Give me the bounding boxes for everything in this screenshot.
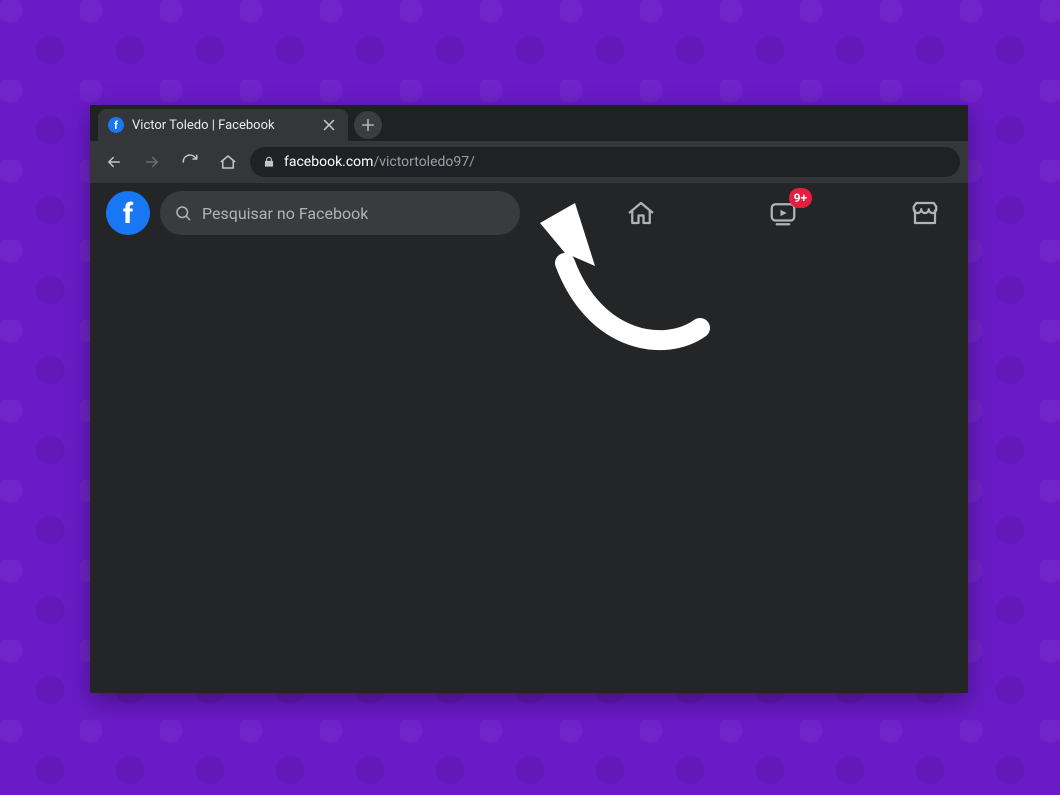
- lock-icon: [262, 155, 276, 169]
- search-icon: [174, 204, 192, 222]
- home-outline-icon: [219, 153, 237, 171]
- facebook-search[interactable]: Pesquisar no Facebook: [160, 191, 520, 235]
- url-text: facebook.com/victortoledo97/: [284, 154, 475, 170]
- reload-icon: [181, 153, 199, 171]
- url-path: /victortoledo97/: [373, 154, 474, 170]
- nav-marketplace[interactable]: [904, 192, 946, 234]
- browser-window: f Victor Toledo | Facebook: [90, 105, 968, 693]
- url-domain: facebook.com: [284, 154, 373, 170]
- home-icon: [626, 198, 656, 228]
- reload-button[interactable]: [174, 146, 206, 178]
- arrow-right-icon: [143, 153, 161, 171]
- search-placeholder: Pesquisar no Facebook: [202, 204, 368, 223]
- address-bar[interactable]: facebook.com/victortoledo97/: [250, 147, 960, 177]
- nav-home[interactable]: [620, 192, 662, 234]
- arrow-left-icon: [105, 153, 123, 171]
- tab-title: Victor Toledo | Facebook: [132, 118, 312, 133]
- plus-icon: [360, 117, 376, 133]
- browser-home-button[interactable]: [212, 146, 244, 178]
- page-content: f Pesquisar no Facebook: [90, 183, 968, 693]
- close-tab-button[interactable]: [320, 116, 338, 134]
- nav-watch[interactable]: 9+: [762, 192, 804, 234]
- new-tab-button[interactable]: [354, 111, 382, 139]
- watch-badge: 9+: [789, 188, 812, 208]
- forward-button[interactable]: [136, 146, 168, 178]
- facebook-logo[interactable]: f: [106, 191, 150, 235]
- facebook-favicon-icon: f: [108, 117, 124, 133]
- tab-strip: f Victor Toledo | Facebook: [90, 105, 968, 141]
- close-icon: [320, 116, 338, 134]
- facebook-top-nav: 9+: [530, 192, 952, 234]
- marketplace-icon: [910, 198, 940, 228]
- facebook-header: f Pesquisar no Facebook: [90, 183, 968, 243]
- browser-toolbar: facebook.com/victortoledo97/: [90, 141, 968, 183]
- browser-tab[interactable]: f Victor Toledo | Facebook: [98, 109, 348, 141]
- page-backdrop: f Victor Toledo | Facebook: [0, 0, 1060, 795]
- back-button[interactable]: [98, 146, 130, 178]
